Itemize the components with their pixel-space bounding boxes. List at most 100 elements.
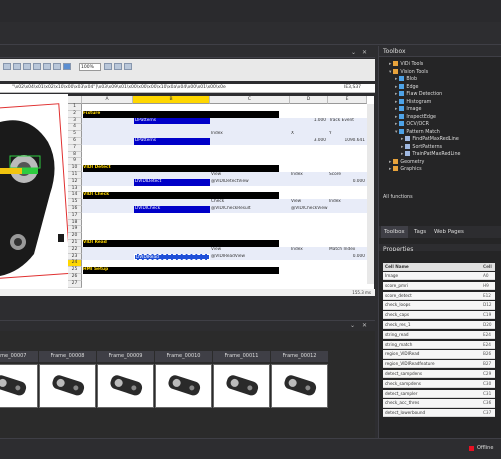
toolbox-item[interactable]: ▸ Edge <box>395 83 419 92</box>
grid-cell[interactable]: DVIDIRead <box>134 253 210 261</box>
row-header[interactable]: 17 <box>68 212 82 220</box>
grid-cell[interactable] <box>329 186 367 193</box>
grid-cell[interactable] <box>211 104 290 111</box>
zoom-select[interactable]: 100% <box>79 63 101 71</box>
property-row[interactable]: string_read E24 <box>383 330 495 339</box>
property-row[interactable]: region_VIDIReadfeature B27 <box>383 360 495 369</box>
row-header[interactable]: 15 <box>68 199 82 206</box>
grid-cell[interactable] <box>83 247 133 254</box>
grid-cell[interactable] <box>291 254 328 261</box>
toolbar-button[interactable] <box>23 63 31 70</box>
grid-cell[interactable] <box>291 104 328 111</box>
property-row[interactable]: region_VIDIRead B26 <box>383 350 495 359</box>
toolbar-button[interactable] <box>13 63 21 70</box>
grid-cell[interactable] <box>211 186 290 193</box>
grid-cell[interactable] <box>211 118 290 125</box>
grid-cell[interactable] <box>211 240 290 247</box>
grid-cell[interactable] <box>83 124 133 131</box>
frame-thumbnail[interactable]: Frame_00008 <box>39 351 96 421</box>
grid-cell[interactable]: 1090.641 <box>329 138 367 145</box>
grid-cell[interactable] <box>211 158 290 165</box>
grid-cell[interactable] <box>211 220 290 227</box>
chevron-right-icon[interactable]: ▸ <box>389 160 391 165</box>
grid-cell[interactable] <box>83 226 133 233</box>
chevron-right-icon[interactable]: ▸ <box>401 145 403 150</box>
dropdown-icon[interactable]: ⌄ <box>350 322 355 329</box>
row-header[interactable]: 2 <box>68 110 82 118</box>
grid-cell[interactable] <box>83 131 133 138</box>
grid-cell[interactable] <box>83 172 133 179</box>
grid-cell[interactable]: DVIDIDetect <box>134 178 210 186</box>
property-row[interactable]: check_res_1 D20 <box>383 321 495 330</box>
grid-cell[interactable] <box>83 138 133 145</box>
row-header[interactable]: 5 <box>68 131 82 138</box>
chevron-right-icon[interactable]: ▸ <box>389 167 391 172</box>
grid-cell[interactable]: DPatterns <box>134 138 210 145</box>
toolbox-item[interactable]: ▸ Histogram <box>395 98 431 107</box>
grid-cell[interactable] <box>291 111 328 118</box>
column-header[interactable]: E <box>328 96 367 104</box>
grid-cell[interactable] <box>329 104 367 111</box>
grid-cell[interactable]: Check <box>211 199 290 206</box>
grid-cell[interactable] <box>291 186 328 193</box>
grid-cell[interactable] <box>134 281 210 288</box>
row-header[interactable]: 22 <box>68 246 82 254</box>
grid-cell[interactable]: @VIDICheckView <box>291 206 328 213</box>
close-icon[interactable]: ✕ <box>362 322 367 329</box>
grid-cell[interactable] <box>134 274 210 281</box>
column-header[interactable]: A <box>82 96 133 104</box>
grid-cell[interactable] <box>291 220 328 227</box>
grid-cell[interactable] <box>134 172 210 179</box>
column-header[interactable]: B <box>133 96 210 104</box>
grid-cell[interactable] <box>291 281 328 288</box>
grid-cell[interactable] <box>211 165 290 172</box>
grid-cell[interactable] <box>83 220 133 227</box>
grid-cell[interactable] <box>329 145 367 152</box>
toolbar-button[interactable] <box>33 63 41 70</box>
grid-cell[interactable] <box>83 206 133 213</box>
row-header[interactable]: 7 <box>68 144 82 152</box>
grid-cell[interactable] <box>329 281 367 288</box>
toolbox-item[interactable]: ▸ OCV/OCR <box>395 121 429 129</box>
grid-cell[interactable]: @VIDIReadView <box>211 254 290 261</box>
chevron-right-icon[interactable]: ▸ <box>395 100 397 105</box>
all-functions-label[interactable]: All functions <box>383 195 413 200</box>
toolbox-item[interactable]: ▸ InspectEdge <box>395 113 436 122</box>
property-row[interactable]: score_detect E12 <box>383 291 495 300</box>
grid-cell[interactable] <box>291 158 328 165</box>
grid-cell[interactable]: View <box>211 247 290 254</box>
grid-cell[interactable] <box>83 281 133 288</box>
grid-cell[interactable] <box>329 124 367 131</box>
grid-cell[interactable]: Score <box>329 172 367 179</box>
spreadsheet-grid[interactable]: A B C D E 1 2 Fixture 3 DPatterns 1.000 Track … <box>68 96 374 289</box>
grid-cell[interactable] <box>134 247 210 254</box>
grid-cell[interactable] <box>291 226 328 233</box>
column-header[interactable]: D <box>290 96 328 104</box>
grid-cell[interactable] <box>134 199 210 206</box>
grid-cell[interactable] <box>291 213 328 220</box>
grid-cell[interactable] <box>134 260 210 267</box>
toolbox-item[interactable]: ▸ Image <box>395 106 421 114</box>
grid-cell[interactable] <box>329 206 367 213</box>
grid-cell[interactable] <box>291 179 328 186</box>
toolbox-item[interactable]: ▸ ViDi Tools <box>389 61 423 69</box>
grid-cell[interactable] <box>211 281 290 288</box>
grid-cell[interactable] <box>134 158 210 165</box>
grid-cell[interactable] <box>134 165 210 172</box>
grid-cell[interactable] <box>83 213 133 220</box>
toolbox-item[interactable]: ▸ Blob <box>395 76 417 84</box>
grid-cell[interactable] <box>83 186 133 193</box>
grid-cell[interactable] <box>329 220 367 227</box>
grid-cell[interactable] <box>83 199 133 206</box>
tab-tags[interactable]: Tags <box>411 226 429 238</box>
property-row[interactable]: score_pmri H9 <box>383 281 495 290</box>
grid-cell[interactable] <box>329 111 367 118</box>
toolbar-button[interactable] <box>104 63 112 70</box>
chevron-down-icon[interactable]: ▾ <box>395 130 397 135</box>
toolbox-item[interactable]: ▸ Flaw Detection <box>395 91 442 99</box>
grid-cell[interactable] <box>211 213 290 220</box>
grid-cell[interactable] <box>329 152 367 159</box>
toolbox-item[interactable]: ▸ Geometry <box>389 158 424 167</box>
chevron-right-icon[interactable]: ▸ <box>401 137 403 142</box>
row-header[interactable]: 26 <box>68 274 82 281</box>
